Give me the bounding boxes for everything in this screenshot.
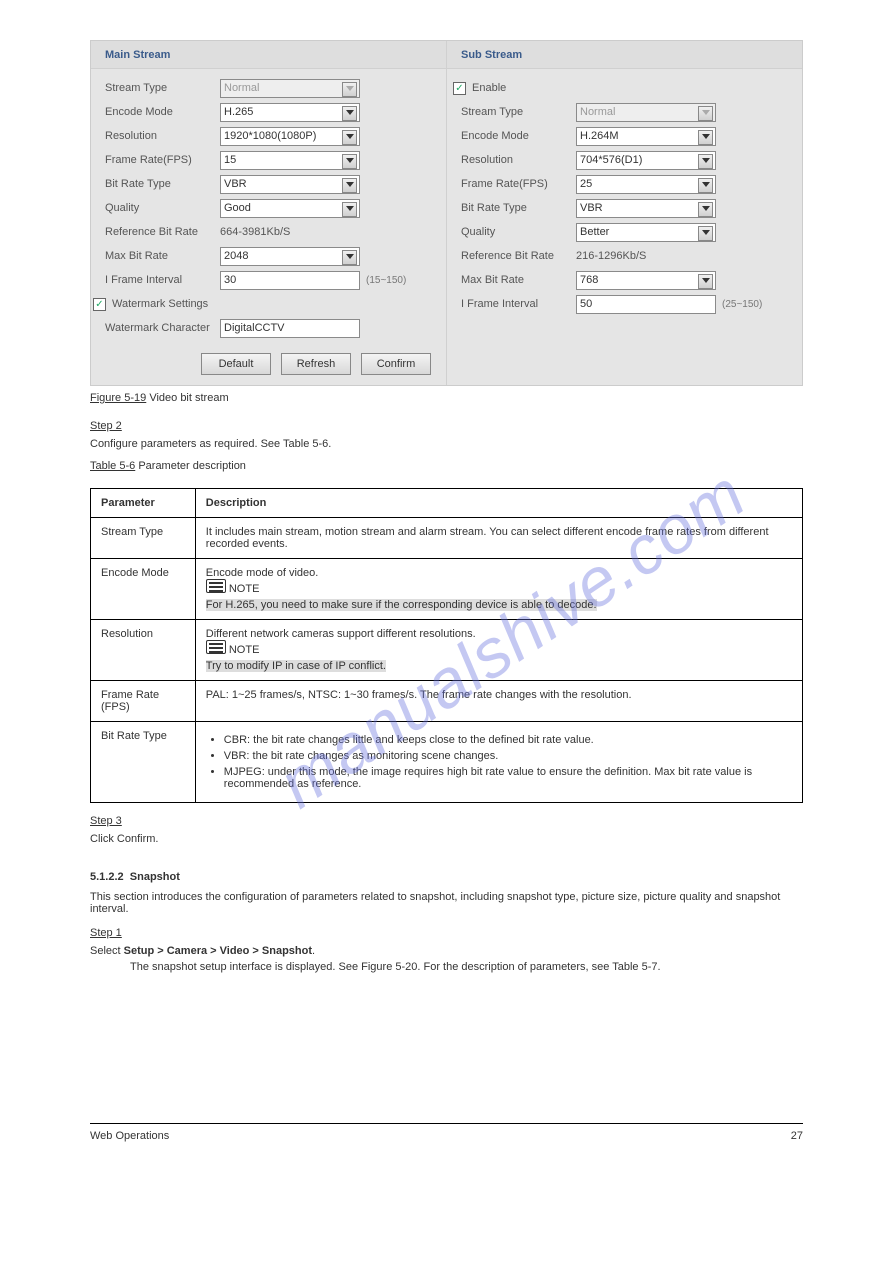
main-stream-header: Main Stream [91,41,446,69]
select-quality-sub[interactable]: Better [576,223,716,242]
select-resolution-main[interactable]: 1920*1080(1080P) [220,127,360,146]
cell-desc: Different network cameras support differ… [195,620,802,681]
label-encode-mode-main: Encode Mode [105,106,220,118]
select-fps-sub[interactable]: 25 [576,175,716,194]
label-fps-main: Frame Rate(FPS) [105,154,220,166]
value-ref-bitrate-main: 664-3981Kb/S [220,226,290,238]
select-stream-type-main: Normal [220,79,360,98]
note-icon [206,579,226,593]
cell-desc: It includes main stream, motion stream a… [195,518,802,559]
range-iframe-main: (15~150) [366,275,406,286]
cell-param: Frame Rate (FPS) [91,681,196,722]
table-row: Bit Rate Type CBR: the bit rate changes … [91,722,803,803]
cell-param: Stream Type [91,518,196,559]
label-ref-bitrate-main: Reference Bit Rate [105,226,220,238]
cell-param: Bit Rate Type [91,722,196,803]
main-stream-column: Main Stream Stream Type Normal Encode Mo… [91,41,447,385]
note-text: Try to modify IP in case of IP conflict. [206,660,386,672]
label-resolution-sub: Resolution [461,154,576,166]
select-encode-mode-sub[interactable]: H.264M [576,127,716,146]
page-footer: Web Operations 27 [90,1123,803,1142]
select-max-bitrate-main[interactable]: 2048 [220,247,360,266]
table-row: Stream Type It includes main stream, mot… [91,518,803,559]
step-1-text: Select Setup > Camera > Video > Snapshot… [90,945,803,957]
cell-desc: CBR: the bit rate changes little and kee… [195,722,802,803]
input-watermark-char[interactable]: DigitalCCTV [220,319,360,338]
step-2-label: Step 2 [90,420,803,432]
label-fps-sub: Frame Rate(FPS) [461,178,576,190]
table-row: Resolution Different network cameras sup… [91,620,803,681]
value-ref-bitrate-sub: 216-1296Kb/S [576,250,646,262]
label-stream-type-main: Stream Type [105,82,220,94]
input-iframe-main[interactable]: 30 [220,271,360,290]
note-text: For H.265, you need to make sure if the … [206,599,597,611]
figure-caption: Figure 5-19 Video bit stream [90,392,803,404]
label-bitrate-type-sub: Bit Rate Type [461,202,576,214]
label-stream-type-sub: Stream Type [461,106,576,118]
range-iframe-sub: (25~150) [722,299,762,310]
label-watermark: Watermark Settings [112,298,208,310]
parameter-table: ParameterDescription Stream Type It incl… [90,488,803,803]
footer-right: 27 [791,1130,803,1142]
select-max-bitrate-sub[interactable]: 768 [576,271,716,290]
cell-desc: PAL: 1~25 frames/s, NTSC: 1~30 frames/s.… [195,681,802,722]
label-quality-main: Quality [105,202,220,214]
table-row: Frame Rate (FPS) PAL: 1~25 frames/s, NTS… [91,681,803,722]
sub-stream-column: Sub Stream ✓ Enable Stream Type Normal E… [447,41,802,385]
refresh-button[interactable]: Refresh [281,353,351,375]
select-stream-type-sub: Normal [576,103,716,122]
select-resolution-sub[interactable]: 704*576(D1) [576,151,716,170]
table-caption: Table 5-6 Parameter description [90,460,803,472]
select-bitrate-type-main[interactable]: VBR [220,175,360,194]
checkbox-enable-sub[interactable]: ✓ [453,82,466,95]
table-header-desc: Description [195,489,802,518]
step-1-followup: The snapshot setup interface is displaye… [130,961,803,973]
cell-param: Encode Mode [91,559,196,620]
step-2-text: Configure parameters as required. See Ta… [90,438,331,450]
label-ref-bitrate-sub: Reference Bit Rate [461,250,576,262]
label-watermark-char: Watermark Character [105,322,220,334]
section-heading: 5.1.2.2 Snapshot [90,871,803,883]
label-enable-sub: Enable [472,82,506,94]
label-max-bitrate-main: Max Bit Rate [105,250,220,262]
confirm-button[interactable]: Confirm [361,353,431,375]
input-iframe-sub[interactable]: 50 [576,295,716,314]
footer-left: Web Operations [90,1130,169,1142]
cell-param: Resolution [91,620,196,681]
sub-stream-header: Sub Stream [447,41,802,69]
default-button[interactable]: Default [201,353,271,375]
select-fps-main[interactable]: 15 [220,151,360,170]
section-description: This section introduces the configuratio… [90,891,803,915]
note-icon [206,640,226,654]
label-max-bitrate-sub: Max Bit Rate [461,274,576,286]
select-bitrate-type-sub[interactable]: VBR [576,199,716,218]
step-3-text: Click Confirm. [90,833,158,845]
video-stream-panel: Main Stream Stream Type Normal Encode Mo… [90,40,803,386]
select-quality-main[interactable]: Good [220,199,360,218]
cell-desc: Encode mode of video. NOTE For H.265, yo… [195,559,802,620]
checkbox-watermark[interactable]: ✓ [93,298,106,311]
label-resolution-main: Resolution [105,130,220,142]
select-encode-mode-main[interactable]: H.265 [220,103,360,122]
label-iframe-sub: I Frame Interval [461,298,576,310]
label-quality-sub: Quality [461,226,576,238]
label-encode-mode-sub: Encode Mode [461,130,576,142]
label-iframe-main: I Frame Interval [105,274,220,286]
table-row: Encode Mode Encode mode of video. NOTE F… [91,559,803,620]
label-bitrate-type-main: Bit Rate Type [105,178,220,190]
table-header-param: Parameter [91,489,196,518]
step-3-label: Step 3 [90,815,803,827]
step-1-label: Step 1 [90,927,803,939]
